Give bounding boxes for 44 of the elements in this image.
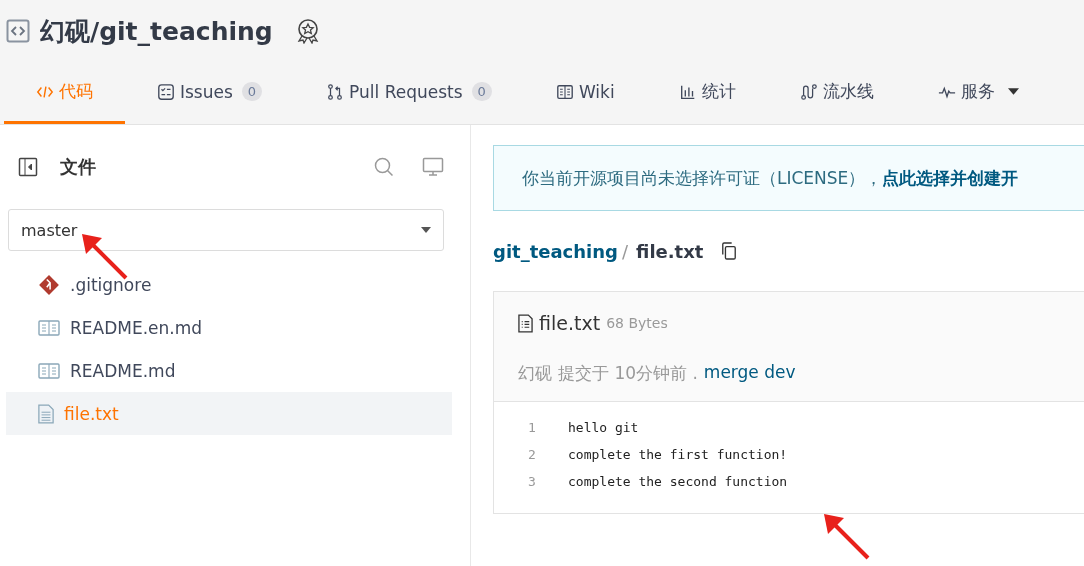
nav-tab[interactable]: Wiki bbox=[523, 62, 647, 124]
line-number: 1 bbox=[528, 420, 537, 435]
annotation-arrow bbox=[822, 512, 872, 562]
file-item[interactable]: README.md bbox=[6, 349, 452, 392]
repo-link[interactable]: git_teaching bbox=[493, 240, 618, 262]
code-repo-icon bbox=[6, 19, 30, 43]
document-icon bbox=[38, 403, 54, 424]
pull-request-icon bbox=[326, 82, 345, 101]
nav-tab[interactable]: Pull Requests 0 bbox=[294, 62, 524, 124]
commit-author: 幻砚 bbox=[518, 362, 552, 385]
commit-time: 提交于 10分钟前 . bbox=[558, 362, 698, 385]
nav-tab[interactable]: 统计 bbox=[646, 62, 768, 124]
file-title: file.txt bbox=[539, 312, 601, 334]
checklist-icon bbox=[157, 82, 175, 101]
book-icon bbox=[38, 319, 60, 336]
code-line: complete the first function! bbox=[568, 447, 788, 462]
git-icon bbox=[38, 273, 60, 296]
file-name: file.txt bbox=[636, 240, 704, 262]
path-separator: / bbox=[622, 240, 629, 262]
book-icon bbox=[38, 362, 60, 379]
branch-select[interactable]: master bbox=[8, 209, 444, 251]
notice-text: 你当前开源项目尚未选择许可证（LICENSE）， bbox=[522, 166, 883, 190]
repo-title: 幻砚/git_teaching bbox=[40, 15, 273, 48]
file-size: 68 Bytes bbox=[606, 315, 668, 331]
nav-tab[interactable]: Issues 0 bbox=[125, 62, 295, 124]
caret-icon bbox=[421, 227, 431, 233]
file-icon bbox=[518, 313, 533, 333]
license-link[interactable]: 点此选择并创建开 bbox=[882, 166, 1019, 190]
line-number: 3 bbox=[528, 474, 537, 489]
nav-tab[interactable]: 服务 bbox=[905, 62, 1051, 124]
pipeline-icon bbox=[799, 82, 818, 101]
file-item[interactable]: .gitignore bbox=[6, 263, 452, 306]
commit-message-link[interactable]: merge dev bbox=[703, 362, 796, 385]
monitor-icon[interactable] bbox=[422, 157, 444, 177]
book-icon bbox=[555, 82, 574, 101]
copy-icon[interactable] bbox=[721, 242, 738, 260]
nav-tab[interactable]: 流水线 bbox=[767, 62, 906, 124]
code-line: hello git bbox=[568, 420, 639, 435]
file-item[interactable]: README.en.md bbox=[6, 306, 452, 349]
sidebar-toggle-icon[interactable] bbox=[18, 157, 38, 177]
sidebar-title: 文件 bbox=[60, 155, 96, 179]
line-number: 2 bbox=[528, 447, 537, 462]
search-icon[interactable] bbox=[374, 157, 394, 177]
code-line: complete the second function bbox=[568, 474, 788, 489]
